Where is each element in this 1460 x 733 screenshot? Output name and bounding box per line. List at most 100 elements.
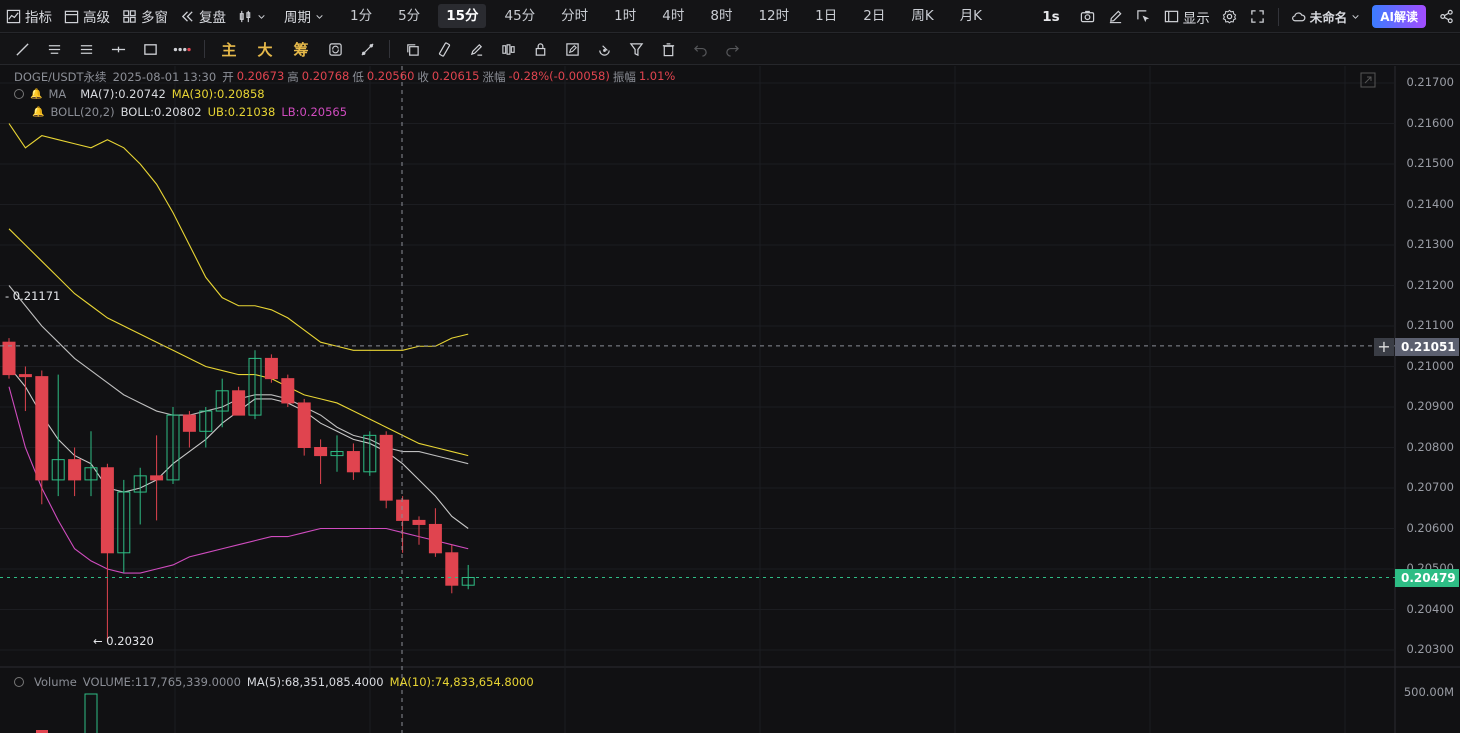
- period-tabs: 1分 5分 15分 45分 分时 1时 4时 8时 12时 1日 2日 周K 月K: [342, 4, 990, 28]
- chart-area[interactable]: DOGE/USDT永续 2025-08-01 13:30 开 0.20673 高0…: [0, 66, 1460, 733]
- period-tab-4[interactable]: 分时: [553, 4, 596, 28]
- brush-tool[interactable]: [460, 36, 492, 62]
- candle-body: [68, 459, 82, 481]
- period-dropdown[interactable]: 周期: [278, 4, 330, 28]
- amplitude-value: 1.01%: [638, 69, 676, 83]
- camera-icon: [1081, 10, 1095, 23]
- replay-button[interactable]: 复盘: [174, 4, 232, 28]
- period-tab-12[interactable]: 月K: [952, 4, 990, 28]
- replay-label: 复盘: [199, 10, 226, 26]
- screenshot-button[interactable]: [1074, 5, 1102, 29]
- magnet-tool[interactable]: [588, 36, 620, 62]
- period-tab-0[interactable]: 1分: [342, 4, 380, 28]
- ruler-tool[interactable]: [428, 36, 460, 62]
- note-icon: [565, 42, 579, 56]
- refresh-interval[interactable]: 1s: [1034, 5, 1067, 29]
- copy-tool[interactable]: [396, 36, 428, 62]
- ai-interpret-button[interactable]: AI解读: [1372, 5, 1426, 28]
- visibility-icon[interactable]: 🔔: [30, 89, 42, 100]
- top-toolbar: 指标 高级 多窗 复盘 周期 1分 5分 15分 45分 分时 1时 4时 8时 12时 1日 2日…: [0, 0, 1460, 33]
- sync-tool[interactable]: [319, 36, 351, 62]
- divider: [1277, 7, 1279, 26]
- period-tab-10[interactable]: 2日: [855, 4, 893, 28]
- horizontal-line-icon: [111, 46, 125, 52]
- gear-icon: [1222, 9, 1237, 24]
- amplitude-label: 振幅: [612, 70, 636, 84]
- edit-button[interactable]: [1102, 5, 1130, 29]
- big-order-button[interactable]: 大: [247, 36, 283, 62]
- display-button[interactable]: 显示: [1158, 5, 1216, 29]
- indicators-button[interactable]: 指标: [0, 4, 58, 28]
- settings-button[interactable]: [1216, 5, 1244, 29]
- period-tab-8[interactable]: 12时: [750, 4, 797, 28]
- period-tab-11[interactable]: 周K: [903, 4, 941, 28]
- period-tab-7[interactable]: 8时: [702, 4, 740, 28]
- ohlc-values: 开 0.20673 高 0.20768 低 0.20560 收 0.20615 涨幅 -0…: [222, 69, 675, 85]
- price-axis-label: 0.21200: [1406, 277, 1454, 292]
- chips-button[interactable]: 筹: [283, 36, 319, 62]
- collapse-icon[interactable]: [14, 677, 24, 687]
- cloud-icon: [1291, 12, 1306, 22]
- note-tool[interactable]: [556, 36, 588, 62]
- redo-button[interactable]: [716, 36, 748, 62]
- rectangle-tool[interactable]: [134, 36, 166, 62]
- candle-body: [314, 447, 328, 457]
- boll-legend[interactable]: 🔔 BOLL(20,2) BOLL:0.20802 UB:0.21038 LB:…: [32, 105, 347, 119]
- more-tools-button[interactable]: [166, 36, 198, 62]
- price-axis-label: 0.20600: [1406, 520, 1454, 535]
- layout-dropdown[interactable]: 未命名: [1285, 5, 1367, 29]
- channel-tool[interactable]: [70, 36, 102, 62]
- period-tab-5[interactable]: 1时: [606, 4, 644, 28]
- sync-icon: [328, 42, 342, 56]
- candlestick-chart[interactable]: [0, 66, 1460, 733]
- undo-icon: [693, 44, 707, 57]
- brush-icon: [470, 43, 482, 56]
- price-axis-label: 0.20800: [1406, 439, 1454, 454]
- ma-legend[interactable]: 🔔 MA MA(7):0.20742 MA(30):0.20858: [14, 87, 265, 101]
- advanced-button[interactable]: 高级: [58, 4, 116, 28]
- period-tab-6[interactable]: 4时: [654, 4, 692, 28]
- indicator-icon: [6, 9, 21, 23]
- add-alert-plus-icon[interactable]: +: [1374, 338, 1394, 356]
- ohlc-legend: DOGE/USDT永续 2025-08-01 13:30 开 0.20673 高0…: [14, 69, 675, 85]
- pencil-icon: [1110, 10, 1122, 24]
- period-tab-3[interactable]: 45分: [496, 4, 543, 28]
- collapse-icon[interactable]: [14, 89, 24, 99]
- lock-tool[interactable]: [524, 36, 556, 62]
- low-value: 0.20560: [366, 69, 415, 83]
- undo-button[interactable]: [684, 36, 716, 62]
- share-button[interactable]: [1432, 5, 1460, 29]
- period-tab-1[interactable]: 5分: [390, 4, 428, 28]
- multiwindow-button[interactable]: 多窗: [116, 4, 174, 28]
- period-tab-9[interactable]: 1日: [807, 4, 845, 28]
- visibility-icon[interactable]: 🔔: [32, 107, 44, 118]
- chart-type-dropdown[interactable]: [232, 4, 272, 28]
- parallel-lines-tool[interactable]: [38, 36, 70, 62]
- main-force-button[interactable]: 主: [211, 36, 247, 62]
- low-label: 低: [352, 70, 364, 84]
- boll-value: BOLL:0.20802: [120, 105, 202, 119]
- filter-tool[interactable]: [620, 36, 652, 62]
- pattern-tool[interactable]: [492, 36, 524, 62]
- trendline-tool[interactable]: [6, 36, 38, 62]
- rewind-icon: [181, 10, 193, 22]
- delete-tool[interactable]: [652, 36, 684, 62]
- period-tab-2[interactable]: 15分: [438, 4, 487, 28]
- boll-upper-line: [8, 123, 469, 351]
- crosshair-price-tag: 0.21051: [1395, 338, 1459, 356]
- price-axis-label: 0.21100: [1406, 318, 1454, 332]
- fullscreen-button[interactable]: [1244, 5, 1272, 29]
- candle-body: [35, 376, 49, 481]
- horizontal-line-tool[interactable]: [102, 36, 134, 62]
- price-axis-label: 0.21700: [1406, 75, 1454, 89]
- candle-body: [281, 378, 295, 404]
- volume-legend[interactable]: Volume VOLUME:117,765,339.0000 MA(5):68,…: [14, 675, 534, 689]
- open-value: 0.20673: [236, 69, 285, 83]
- candle-body: [150, 475, 164, 481]
- select-area-button[interactable]: [1130, 5, 1158, 29]
- candle-body: [232, 390, 246, 416]
- close-value: 0.20615: [431, 69, 480, 83]
- maximize-pane-icon[interactable]: [1360, 72, 1376, 88]
- measure-tool[interactable]: [351, 36, 383, 62]
- grid-icon: [123, 9, 136, 23]
